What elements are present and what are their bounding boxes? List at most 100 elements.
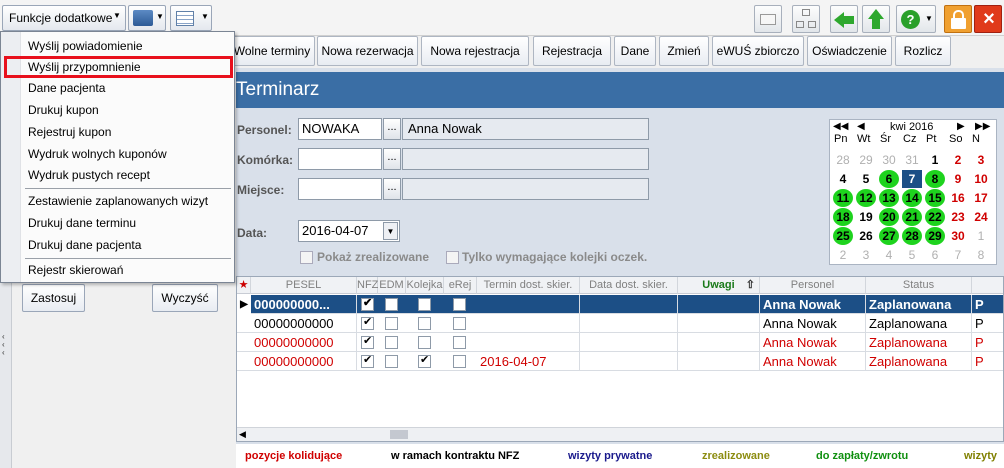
action-zmien[interactable]: Zmień	[659, 36, 709, 66]
komorka-picker-button[interactable]: ...	[383, 148, 401, 170]
scroll-thumb[interactable]	[390, 430, 408, 439]
calendar-day[interactable]: 14	[902, 189, 922, 207]
column-header-status[interactable]: Status	[866, 277, 972, 294]
menu-print-term-data[interactable]: Drukuj dane terminu	[28, 213, 136, 233]
calendar-day[interactable]: 21	[902, 208, 922, 226]
menu-print-patient-data[interactable]: Drukuj dane pacjenta	[28, 235, 141, 255]
calendar-day[interactable]: 27	[879, 227, 899, 245]
erej-checkbox[interactable]	[453, 355, 466, 368]
calendar-day[interactable]: 6	[879, 170, 899, 188]
calendar-day[interactable]: 30	[948, 227, 968, 245]
calendar-day[interactable]: 13	[879, 189, 899, 207]
column-header-erej[interactable]: eRej	[444, 277, 477, 294]
column-header-personel[interactable]: Personel	[760, 277, 866, 294]
column-header-termin[interactable]: Termin dost. skier.	[477, 277, 580, 294]
menu-print-free-coupons[interactable]: Wydruk wolnych kuponów	[28, 144, 167, 164]
calendar-day[interactable]: 24	[971, 208, 991, 226]
menu-register-coupon[interactable]: Rejestruj kupon	[28, 122, 111, 142]
calendar-day[interactable]: 23	[948, 208, 968, 226]
date-picker[interactable]: 2016-04-07 ▼	[298, 220, 400, 242]
action-wolne-terminy[interactable]: Wolne terminy	[229, 36, 315, 66]
edm-checkbox[interactable]	[385, 298, 398, 311]
nfz-checkbox[interactable]	[361, 315, 374, 330]
calendar-day[interactable]: 4	[879, 246, 899, 264]
column-header-edm[interactable]: EDM	[378, 277, 406, 294]
erej-checkbox[interactable]	[453, 298, 466, 311]
calendar-day[interactable]: 16	[948, 189, 968, 207]
calendar-day[interactable]: 2	[948, 151, 968, 169]
action-ewus-zbiorczo[interactable]: eWUŚ zbiorczo	[712, 36, 804, 66]
calendar-day[interactable]: 17	[971, 189, 991, 207]
action-nowa-rezerwacja[interactable]: Nowa rezerwacja	[317, 36, 418, 66]
calendar-day[interactable]: 8	[971, 246, 991, 264]
table-row[interactable]: 00000000000 2016-04-07 Anna NowakZaplanowa…	[237, 352, 1003, 371]
up-arrow-icon[interactable]	[862, 5, 890, 33]
calendar-day[interactable]: 19	[856, 208, 876, 226]
calendar-day[interactable]: 31	[902, 151, 922, 169]
column-header-data[interactable]: Data dost. skier.	[580, 277, 678, 294]
lock-icon[interactable]	[944, 5, 972, 33]
kolejka-checkbox[interactable]	[418, 353, 431, 368]
apply-button[interactable]: Zastosuj	[22, 284, 85, 312]
edm-checkbox[interactable]	[385, 317, 398, 330]
calendar-day[interactable]: 3	[856, 246, 876, 264]
komorka-field[interactable]	[298, 148, 382, 170]
calendar-day[interactable]: 9	[948, 170, 968, 188]
calendar-day[interactable]: 5	[902, 246, 922, 264]
network-icon[interactable]	[792, 5, 820, 33]
menu-referral-register[interactable]: Rejestr skierowań	[28, 260, 123, 280]
table-row[interactable]: 00000000000 Anna NowakZaplanowanaP	[237, 333, 1003, 352]
calendar-day[interactable]: 15	[925, 189, 945, 207]
edm-checkbox[interactable]	[385, 336, 398, 349]
kolejka-checkbox[interactable]	[418, 317, 431, 330]
edm-checkbox[interactable]	[385, 355, 398, 368]
action-nowa-rejestracja[interactable]: Nowa rejestracja	[421, 36, 529, 66]
prev-month-icon[interactable]: ◀	[857, 121, 865, 132]
menu-send-notification[interactable]: Wyślij powiadomienie	[28, 36, 143, 56]
column-header-extra[interactable]	[972, 277, 1003, 294]
table-row[interactable]: ▶000000000... Anna NowakZaplanowanaP	[237, 295, 1003, 314]
kolejka-checkbox[interactable]	[418, 336, 431, 349]
nfz-checkbox[interactable]	[361, 296, 374, 311]
nfz-checkbox[interactable]	[361, 334, 374, 349]
menu-print-coupon[interactable]: Drukuj kupon	[28, 100, 99, 120]
queue-only-checkbox[interactable]	[446, 251, 459, 264]
envelope-icon[interactable]	[754, 5, 782, 33]
action-rejestracja[interactable]: Rejestracja	[533, 36, 611, 66]
calendar-day[interactable]: 6	[925, 246, 945, 264]
action-dane[interactable]: Dane	[614, 36, 656, 66]
calendar-day[interactable]: 10	[971, 170, 991, 188]
calendar-day[interactable]: 7	[948, 246, 968, 264]
calendar-day[interactable]: 28	[833, 151, 853, 169]
menu-patient-data[interactable]: Dane pacjenta	[28, 78, 105, 98]
calendar-day[interactable]: 7	[902, 170, 922, 188]
erej-checkbox[interactable]	[453, 336, 466, 349]
calendar-day[interactable]: 12	[856, 189, 876, 207]
calendar-day[interactable]: 2	[833, 246, 853, 264]
action-rozlicz[interactable]: Rozlicz	[895, 36, 951, 66]
calendar-day[interactable]: 29	[925, 227, 945, 245]
back-arrow-icon[interactable]	[830, 5, 858, 33]
scroll-left-icon[interactable]: ◀	[239, 429, 246, 440]
column-header-pesel[interactable]: PESEL	[251, 277, 357, 294]
column-header-uwagi[interactable]: Uwagi ⇧	[678, 277, 760, 294]
print-button[interactable]: ▼	[128, 5, 166, 31]
calendar-day[interactable]: 1	[971, 227, 991, 245]
calendar-day[interactable]: 26	[856, 227, 876, 245]
nfz-checkbox[interactable]	[361, 353, 374, 368]
help-button[interactable]: ? ▼	[896, 5, 936, 33]
calendar-day[interactable]: 28	[902, 227, 922, 245]
kolejka-checkbox[interactable]	[418, 298, 431, 311]
calendar-day[interactable]: 3	[971, 151, 991, 169]
calendar-day[interactable]: 20	[879, 208, 899, 226]
calendar-day[interactable]: 25	[833, 227, 853, 245]
calendar-day[interactable]: 22	[925, 208, 945, 226]
calendar-day[interactable]: 5	[856, 170, 876, 188]
calendar-day[interactable]: 18	[833, 208, 853, 226]
menu-print-empty-prescriptions[interactable]: Wydruk pustych recept	[28, 165, 150, 185]
column-header-nfz[interactable]: NFZ	[357, 277, 378, 294]
calendar-day[interactable]: 1	[925, 151, 945, 169]
calendar-day[interactable]: 29	[856, 151, 876, 169]
calendar-day[interactable]: 8	[925, 170, 945, 188]
calendar-day[interactable]: 30	[879, 151, 899, 169]
